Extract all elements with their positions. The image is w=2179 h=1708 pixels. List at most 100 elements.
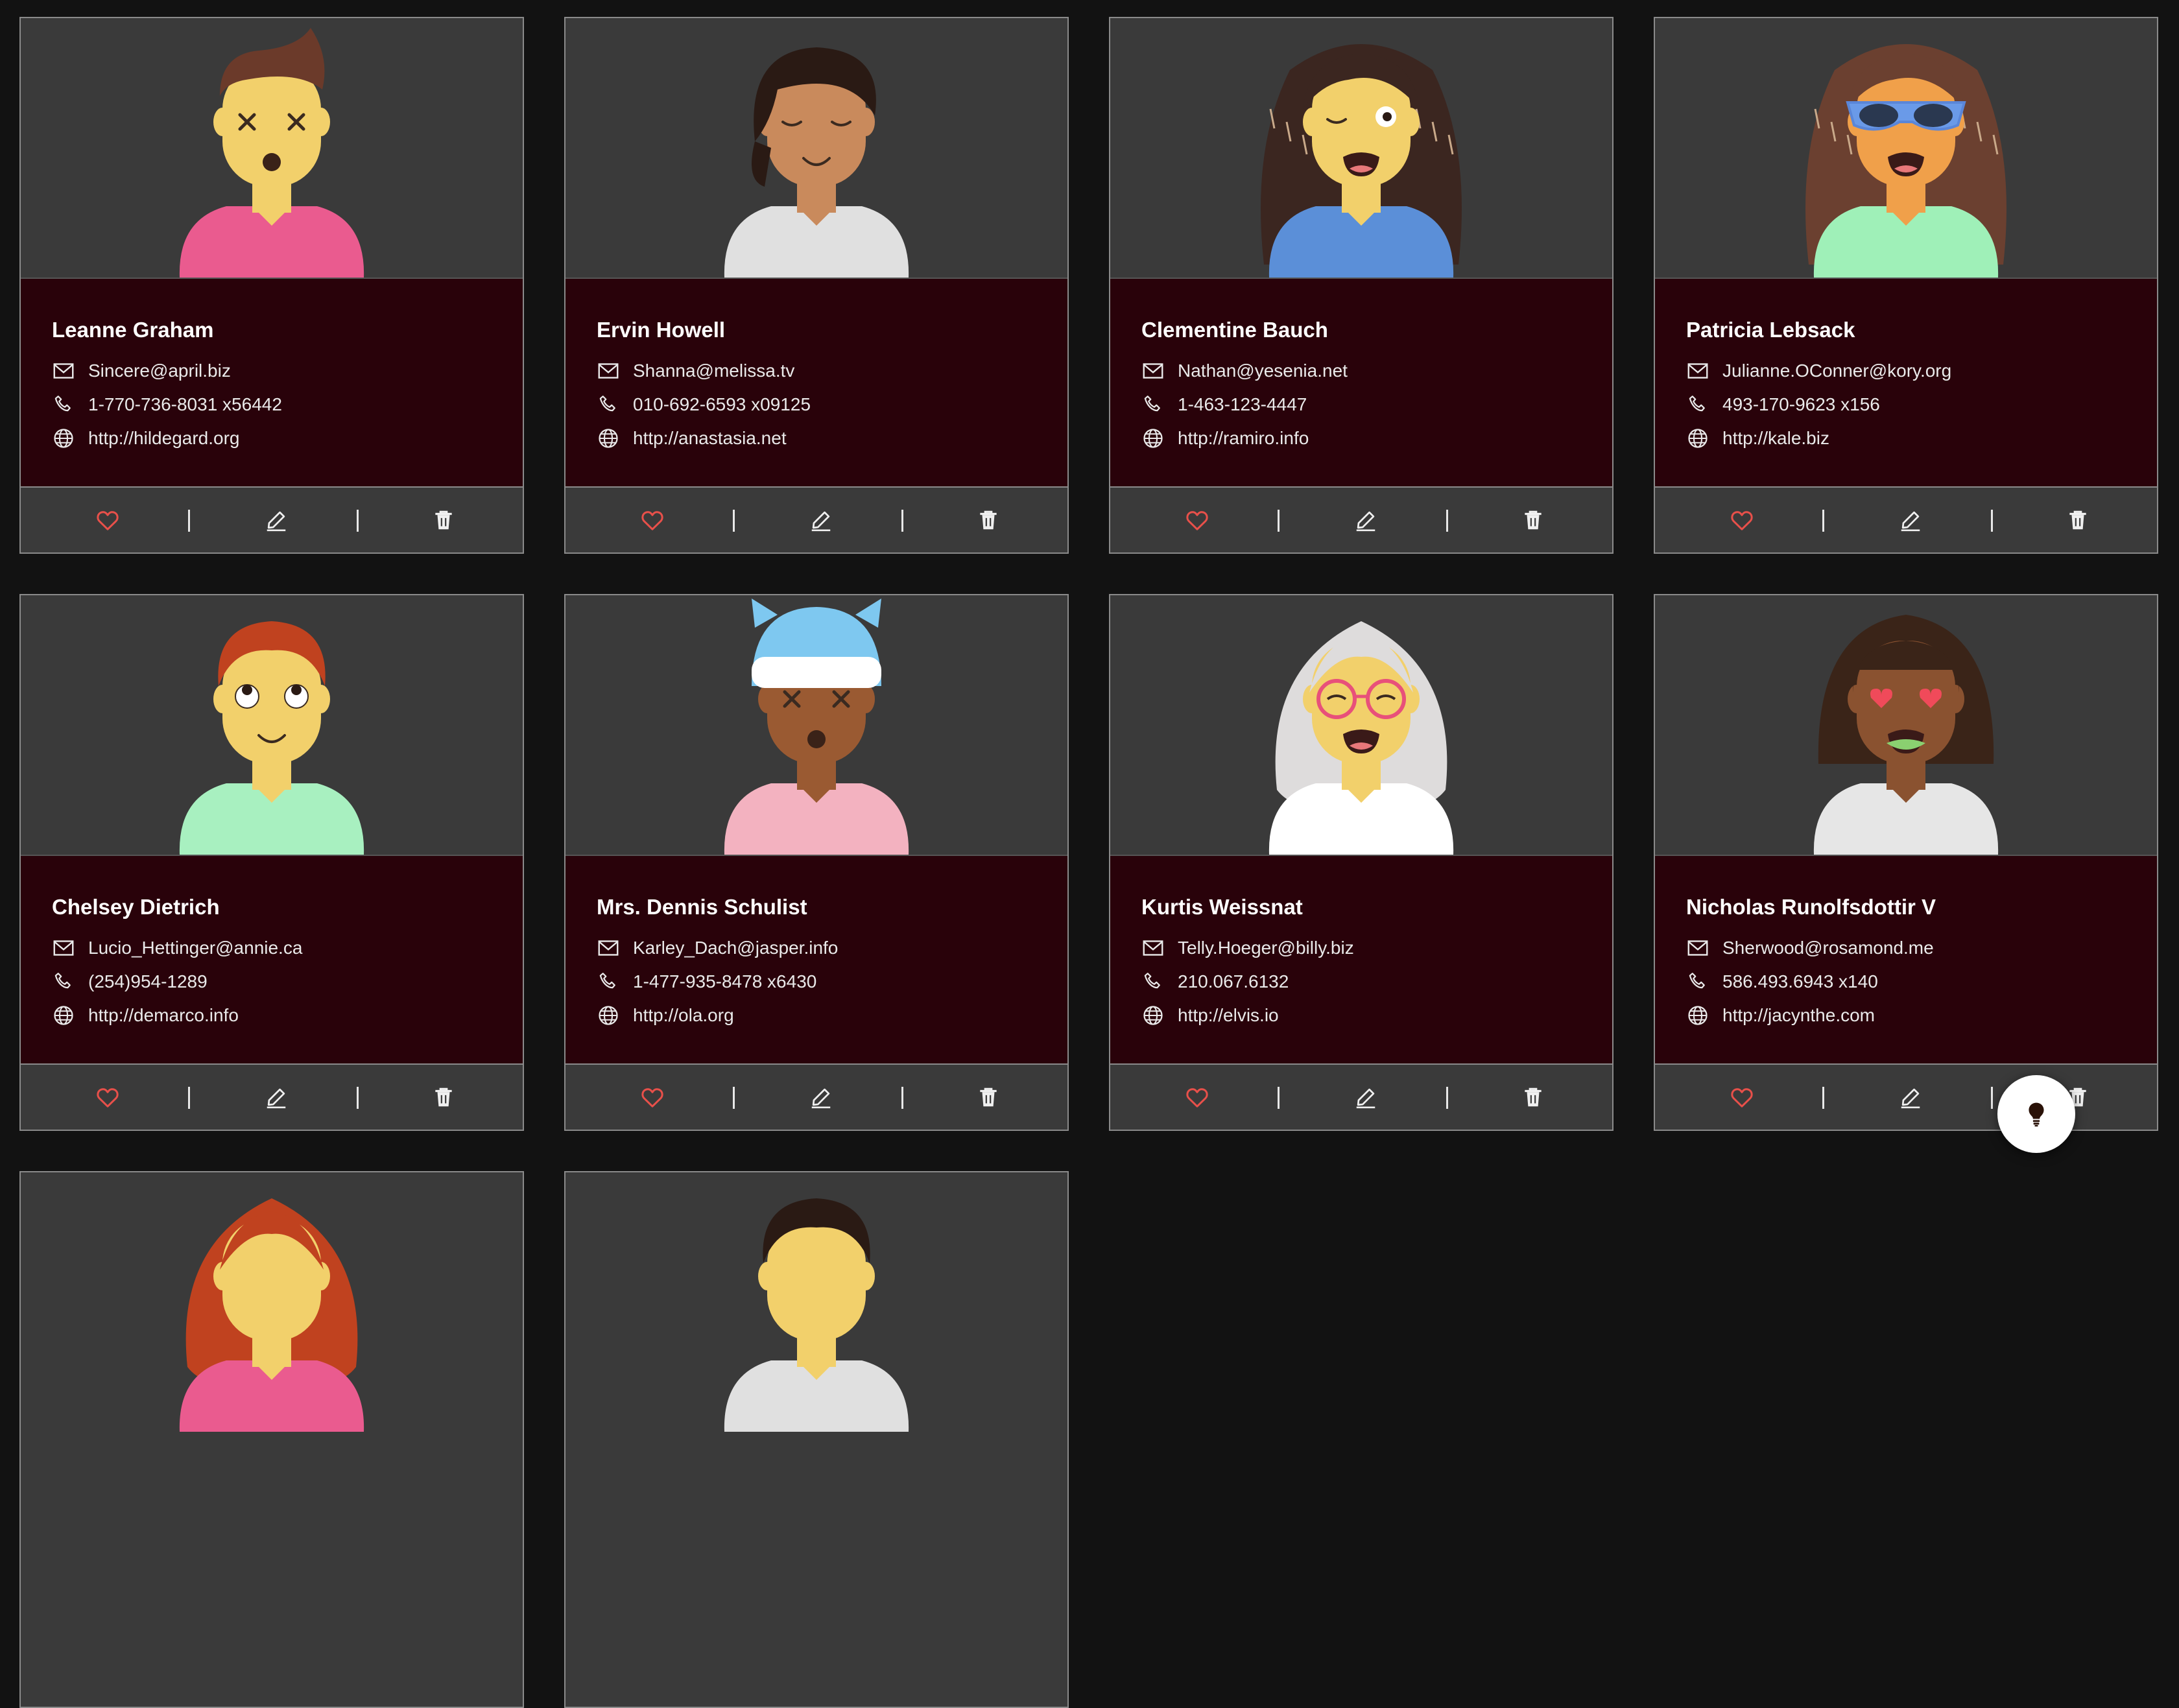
contact-info: Kurtis Weissnat Telly.Hoeger@billy.biz 2… bbox=[1110, 855, 1612, 1065]
contact-email: Karley_Dach@jasper.info bbox=[633, 938, 839, 958]
card-actions bbox=[21, 488, 523, 552]
contact-website: http://hildegard.org bbox=[88, 428, 240, 448]
globe-icon bbox=[1688, 1006, 1708, 1025]
contact-phone-row: 586.493.6943 x140 bbox=[1686, 967, 1878, 996]
like-button[interactable] bbox=[1726, 504, 1757, 536]
contact-phone: (254)954-1289 bbox=[88, 971, 208, 991]
avatar bbox=[1110, 18, 1612, 278]
action-separator bbox=[1991, 510, 1993, 532]
contact-website-row: http://elvis.io bbox=[1141, 1001, 1279, 1030]
edit-button[interactable] bbox=[1895, 1082, 1926, 1113]
contact-website-row: http://kale.biz bbox=[1686, 424, 1829, 453]
edit-button[interactable] bbox=[261, 1082, 292, 1113]
contact-card: Kurtis Weissnat Telly.Hoeger@billy.biz 2… bbox=[1109, 594, 1613, 1131]
pencil-icon bbox=[811, 511, 831, 532]
delete-button[interactable] bbox=[973, 1082, 1004, 1113]
like-button[interactable] bbox=[1726, 1082, 1757, 1113]
delete-button[interactable] bbox=[2062, 504, 2093, 536]
like-button[interactable] bbox=[1182, 504, 1213, 536]
contact-card bbox=[19, 1171, 524, 1708]
delete-button[interactable] bbox=[1518, 504, 1549, 536]
contact-email: Lucio_Hettinger@annie.ca bbox=[88, 938, 303, 958]
like-button[interactable] bbox=[637, 1082, 668, 1113]
contact-website: http://kale.biz bbox=[1722, 428, 1829, 448]
mail-icon bbox=[598, 363, 619, 379]
phone-icon bbox=[1689, 973, 1705, 989]
contact-name: Chelsey Dietrich bbox=[52, 895, 220, 919]
contact-email-row: Nathan@yesenia.net bbox=[1141, 357, 1348, 385]
contact-email-row: Lucio_Hettinger@annie.ca bbox=[52, 934, 302, 962]
trash-icon bbox=[980, 510, 997, 530]
avatar bbox=[566, 18, 1067, 278]
mail-icon bbox=[1143, 363, 1163, 379]
bulb-toggle-button[interactable] bbox=[1997, 1075, 2075, 1153]
pencil-icon bbox=[1901, 1088, 1920, 1109]
edit-button[interactable] bbox=[261, 504, 292, 536]
edit-button[interactable] bbox=[1895, 504, 1926, 536]
heart-outline-icon bbox=[1186, 511, 1208, 530]
action-separator bbox=[1822, 510, 1824, 532]
delete-button[interactable] bbox=[1518, 1082, 1549, 1113]
contact-name: Leanne Graham bbox=[52, 318, 214, 342]
contact-phone-row: 010-692-6593 x09125 bbox=[597, 390, 811, 419]
contact-website-row: http://hildegard.org bbox=[52, 424, 240, 453]
action-separator bbox=[188, 510, 190, 532]
pencil-icon bbox=[1901, 511, 1920, 532]
contact-card: Nicholas Runolfsdottir V Sherwood@rosamo… bbox=[1654, 594, 2158, 1131]
edit-button[interactable] bbox=[805, 1082, 837, 1113]
contact-phone: 1-463-123-4447 bbox=[1178, 394, 1307, 414]
heart-outline-icon bbox=[1731, 511, 1753, 530]
phone-icon bbox=[1689, 396, 1705, 412]
phone-icon bbox=[1144, 973, 1160, 989]
contact-phone: 1-770-736-8031 x56442 bbox=[88, 394, 282, 414]
edit-button[interactable] bbox=[1350, 504, 1381, 536]
phone-icon bbox=[599, 973, 615, 989]
edit-button[interactable] bbox=[1350, 1082, 1381, 1113]
contact-phone: 010-692-6593 x09125 bbox=[633, 394, 811, 414]
contact-phone: 210.067.6132 bbox=[1178, 971, 1289, 991]
action-separator bbox=[1446, 1087, 1448, 1109]
contact-info: Mrs. Dennis Schulist Karley_Dach@jasper.… bbox=[566, 855, 1067, 1065]
action-separator bbox=[1446, 510, 1448, 532]
contact-info: Ervin Howell Shanna@melissa.tv 010-692-6… bbox=[566, 278, 1067, 488]
action-separator bbox=[901, 1087, 903, 1109]
mail-icon bbox=[53, 363, 74, 379]
heart-outline-icon bbox=[641, 511, 663, 530]
card-actions bbox=[566, 488, 1067, 552]
globe-icon bbox=[599, 1006, 618, 1025]
contact-phone: 493-170-9623 x156 bbox=[1722, 394, 1880, 414]
heart-outline-icon bbox=[1186, 1088, 1208, 1108]
heart-outline-icon bbox=[97, 1088, 119, 1108]
avatar bbox=[1655, 595, 2157, 855]
contact-phone-row: 1-463-123-4447 bbox=[1141, 390, 1307, 419]
contact-website: http://anastasia.net bbox=[633, 428, 787, 448]
edit-button[interactable] bbox=[805, 504, 837, 536]
like-button[interactable] bbox=[637, 504, 668, 536]
avatar-illustration bbox=[179, 28, 364, 278]
avatar bbox=[21, 18, 523, 278]
heart-outline-icon bbox=[641, 1088, 663, 1108]
contact-phone-row: (254)954-1289 bbox=[52, 967, 208, 996]
contact-card: Leanne Graham Sincere@april.biz 1-770-73… bbox=[19, 17, 524, 554]
mail-icon bbox=[1687, 363, 1708, 379]
delete-button[interactable] bbox=[428, 1082, 459, 1113]
card-actions bbox=[566, 1065, 1067, 1130]
action-separator bbox=[357, 510, 359, 532]
contact-website-row: http://ola.org bbox=[597, 1001, 734, 1030]
delete-button[interactable] bbox=[428, 504, 459, 536]
contact-email: Telly.Hoeger@billy.biz bbox=[1178, 938, 1354, 958]
avatar-illustration bbox=[724, 1198, 909, 1432]
contact-name: Mrs. Dennis Schulist bbox=[597, 895, 807, 919]
contact-website: http://demarco.info bbox=[88, 1005, 239, 1025]
like-button[interactable] bbox=[92, 1082, 123, 1113]
contact-website-row: http://anastasia.net bbox=[597, 424, 787, 453]
avatar-illustration bbox=[724, 599, 909, 855]
like-button[interactable] bbox=[92, 504, 123, 536]
contact-name: Ervin Howell bbox=[597, 318, 726, 342]
avatar bbox=[1110, 595, 1612, 855]
globe-icon bbox=[1143, 429, 1163, 448]
contact-email-row: Sincere@april.biz bbox=[52, 357, 231, 385]
like-button[interactable] bbox=[1182, 1082, 1213, 1113]
delete-button[interactable] bbox=[973, 504, 1004, 536]
lightbulb-icon bbox=[2029, 1102, 2044, 1127]
